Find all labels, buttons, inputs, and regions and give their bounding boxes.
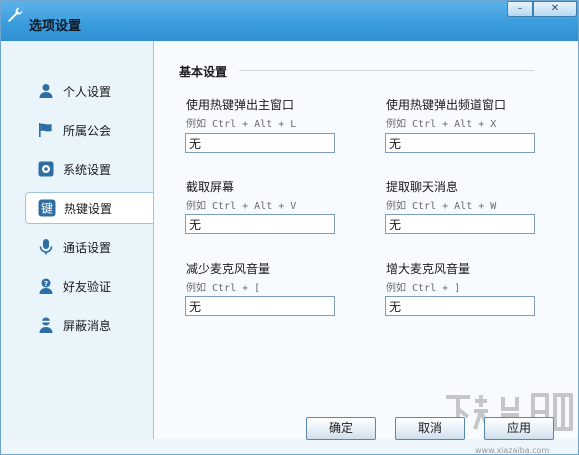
hotkey-input-screenshot[interactable] <box>185 214 335 234</box>
flag-icon <box>39 123 52 137</box>
svg-text:?: ? <box>44 280 48 288</box>
hotkey-label-channel-window: 使用热键弹出频道窗口 <box>386 98 507 112</box>
hotkey-label-mic-down: 减少麦克风音量 <box>186 262 271 276</box>
hotkey-input-extract-chat[interactable] <box>385 214 535 234</box>
sidebar-item-call[interactable]: 通话设置 <box>25 231 155 263</box>
title-bar[interactable]: 选项设置 – ✕ <box>1 1 578 41</box>
sidebar-item-label: 所属公会 <box>63 123 112 138</box>
person-icon <box>39 84 53 98</box>
system-icon <box>38 161 54 177</box>
sidebar-item-personal[interactable]: 个人设置 <box>25 75 155 107</box>
sidebar-item-label: 屏蔽消息 <box>63 318 112 333</box>
hotkey-label-extract-chat: 提取聊天消息 <box>386 180 459 194</box>
minimize-button[interactable]: – <box>507 1 533 17</box>
sidebar-item-label: 通话设置 <box>63 240 112 255</box>
hotkey-input-mic-up[interactable] <box>385 296 535 316</box>
ok-button[interactable]: 确定 <box>306 417 376 440</box>
sidebar-item-label: 个人设置 <box>63 84 112 99</box>
friend-verify-icon: ? <box>39 278 53 294</box>
watermark-text: www.xiazaiba.com <box>475 446 550 455</box>
options-dialog: 选项设置 – ✕ 个人设置 所属公会 系统设置 键 热键设置 通话设置 ? 好友… <box>0 0 579 455</box>
section-title: 基本设置 <box>179 65 228 79</box>
sidebar-item-hotkeys[interactable]: 键 热键设置 <box>25 192 155 224</box>
sidebar-item-label: 好友验证 <box>63 279 112 294</box>
hotkey-label-main-window: 使用热键弹出主窗口 <box>186 98 295 112</box>
hotkey-label-screenshot: 截取屏幕 <box>186 180 235 194</box>
hotkey-hint-channel-window: 例如 Ctrl + Alt + X <box>386 119 497 130</box>
cancel-button[interactable]: 取消 <box>395 417 465 440</box>
close-button[interactable]: ✕ <box>533 1 577 17</box>
hotkey-hint-screenshot: 例如 Ctrl + Alt + V <box>186 201 297 212</box>
hotkey-label-mic-up: 增大麦克风音量 <box>386 262 471 276</box>
key-icon: 键 <box>38 199 56 217</box>
apply-button[interactable]: 应用 <box>484 417 554 440</box>
hotkey-hint-mic-up: 例如 Ctrl + ] <box>386 283 461 294</box>
window-title: 选项设置 <box>29 19 82 34</box>
wrench-icon <box>8 7 23 22</box>
hotkey-input-channel-window[interactable] <box>385 133 535 153</box>
hotkey-hint-extract-chat: 例如 Ctrl + Alt + W <box>386 201 497 212</box>
hotkey-input-main-window[interactable] <box>185 133 335 153</box>
microphone-icon <box>39 239 53 255</box>
hotkey-hint-mic-down: 例如 Ctrl + [ <box>186 283 261 294</box>
sidebar-item-label: 系统设置 <box>63 162 112 177</box>
sidebar-item-system[interactable]: 系统设置 <box>25 153 155 185</box>
sidebar-item-label: 热键设置 <box>64 201 113 216</box>
block-user-icon <box>39 317 53 333</box>
sidebar-item-block-messages[interactable]: 屏蔽消息 <box>25 309 155 341</box>
sidebar-item-friend-verify[interactable]: ? 好友验证 <box>25 270 155 302</box>
hotkey-hint-main-window: 例如 Ctrl + Alt + L <box>186 119 297 130</box>
sidebar-item-guild[interactable]: 所属公会 <box>25 114 155 146</box>
section-divider <box>239 70 534 71</box>
hotkey-input-mic-down[interactable] <box>185 296 335 316</box>
key-icon-text: 键 <box>41 202 53 216</box>
